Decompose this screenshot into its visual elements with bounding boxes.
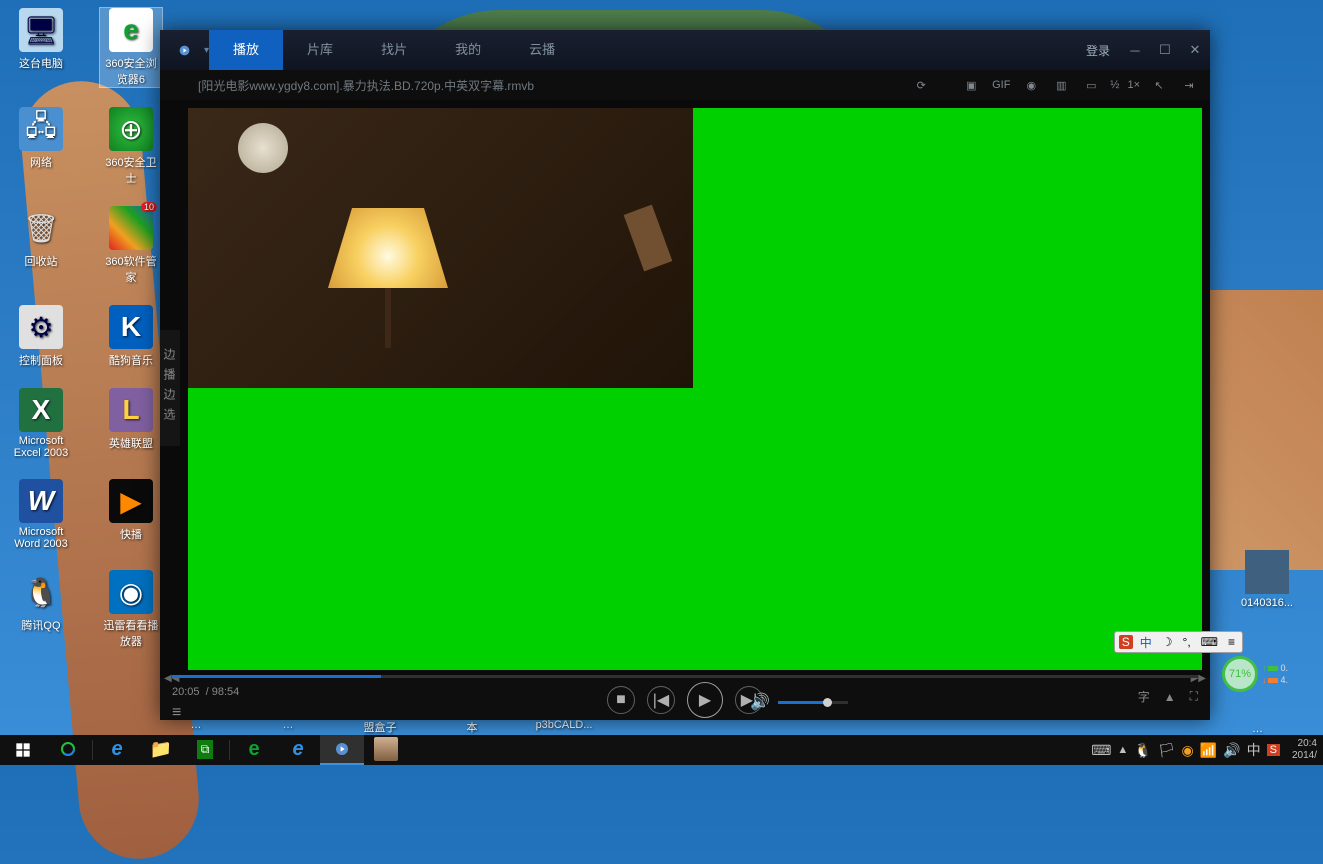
subtitle-button[interactable]: 字: [1138, 688, 1150, 705]
taskbar-item-player[interactable]: [320, 735, 364, 765]
system-tray: ⌨ ▲ 🐧 🏳 ◉ 📶 🔊 中 S 20:42014/: [1091, 738, 1323, 762]
refresh-icon[interactable]: ⟳: [910, 74, 932, 96]
video-frame-content: [188, 108, 693, 388]
battery-percent: 71%: [1222, 656, 1258, 692]
tray-keyboard-icon[interactable]: ⌨: [1091, 742, 1111, 759]
taskbar-item-store[interactable]: ⧉: [183, 735, 227, 765]
eject-icon[interactable]: ▲: [1164, 690, 1176, 704]
video-surface[interactable]: [188, 108, 1202, 670]
playlist-icon[interactable]: ≡: [172, 704, 181, 722]
login-link[interactable]: 登录: [1076, 42, 1120, 59]
ratio-half-button[interactable]: ½: [1110, 79, 1119, 91]
barcode-icon[interactable]: ▥: [1050, 74, 1072, 96]
player-stage: 边播边选: [160, 100, 1210, 678]
card-icon[interactable]: ▭: [1080, 74, 1102, 96]
side-tab-select[interactable]: 边播边选: [160, 330, 180, 446]
start-button[interactable]: [0, 735, 46, 765]
fullscreen-icon[interactable]: ⛶: [1190, 689, 1198, 704]
maximize-button[interactable]: ☐: [1150, 30, 1180, 70]
ime-lang-button[interactable]: 中: [1137, 634, 1155, 651]
desktop-icon-this-pc[interactable]: 🖥这台电脑: [10, 8, 72, 87]
volume-thumb[interactable]: [823, 698, 832, 707]
taskbar-item-avatar[interactable]: [364, 735, 408, 765]
tab-my[interactable]: 我的: [431, 30, 505, 70]
desktop-icon-360-browser[interactable]: e360安全浏览器6: [100, 8, 162, 87]
close-button[interactable]: ✕: [1180, 30, 1210, 70]
taskbar-item-ie2[interactable]: e: [276, 735, 320, 765]
pin-icon[interactable]: ⇥: [1178, 74, 1200, 96]
tray-up-icon[interactable]: ▲: [1117, 744, 1128, 756]
desktop-icons: 🖥这台电脑 e360安全浏览器6 🖧网络 ⊕360安全卫士 🗑回收站 10360…: [10, 8, 162, 669]
desktop-icon-360-safe[interactable]: ⊕360安全卫士: [100, 107, 162, 186]
battery-widget[interactable]: 71% ↑0. ↓4.: [1222, 656, 1288, 692]
taskbar-item-explorer[interactable]: 📁: [139, 735, 183, 765]
desktop-icon-360-software[interactable]: 10360软件管家: [100, 206, 162, 285]
filename-label: [阳光电影www.ygdy8.com].暴力执法.BD.720p.中英双字幕.r…: [198, 77, 534, 94]
taskbar-item-ie[interactable]: e: [95, 735, 139, 765]
popout-icon[interactable]: ↖: [1148, 74, 1170, 96]
media-player-window: ▾ 播放 片库 找片 我的 云播 登录 ─ ☐ ✕ [阳光电影www.ygdy8…: [160, 30, 1210, 720]
tray-wifi-icon[interactable]: 📶: [1200, 742, 1217, 759]
progress-bar[interactable]: [172, 675, 1198, 678]
tray-360-icon[interactable]: ◉: [1182, 742, 1194, 759]
tray-sogou-icon[interactable]: S: [1267, 744, 1280, 756]
desktop-icon-word[interactable]: WMicrosoft Word 2003: [10, 479, 72, 550]
desktop-icon-qq[interactable]: 🐧腾讯QQ: [10, 570, 72, 649]
desktop-icon-control-panel[interactable]: ⚙控制面板: [10, 305, 72, 368]
tray-qq-icon[interactable]: 🐧: [1134, 742, 1151, 759]
desktop-icon-excel[interactable]: XMicrosoft Excel 2003: [10, 388, 72, 459]
tab-cloud[interactable]: 云播: [505, 30, 579, 70]
player-logo-icon[interactable]: [160, 30, 208, 70]
tab-library[interactable]: 片库: [283, 30, 357, 70]
ratio-one-button[interactable]: 1×: [1127, 79, 1140, 91]
player-titlebar[interactable]: ▾ 播放 片库 找片 我的 云播 登录 ─ ☐ ✕: [160, 30, 1210, 70]
prev-button[interactable]: |◀: [647, 686, 675, 714]
play-button[interactable]: ▶: [687, 682, 723, 718]
desktop-icon-recycle-bin[interactable]: 🗑回收站: [10, 206, 72, 285]
desktop-icon-kuaibo[interactable]: ▶快播: [100, 479, 162, 550]
volume-icon[interactable]: 🔊: [750, 692, 770, 712]
desktop-icon-file[interactable]: 0140316...: [1241, 550, 1293, 609]
taskbar-item-360browser[interactable]: [46, 735, 90, 765]
tray-ime-icon[interactable]: 中: [1247, 740, 1261, 760]
desktop-peek-labels: ……盟盒子本p3bCALD...: [165, 719, 595, 735]
ime-keyboard-icon[interactable]: ⌨: [1198, 635, 1221, 649]
taskbar: e 📁 ⧉ e e ⌨ ▲ 🐧 🏳 ◉ 📶 🔊 中 S 20:42014/: [0, 735, 1323, 765]
taskbar-item-360[interactable]: e: [232, 735, 276, 765]
tab-play[interactable]: 播放: [209, 30, 283, 70]
desktop-icon-xunlei[interactable]: ◉迅雷看看播放器: [100, 570, 162, 649]
gif-button[interactable]: GIF: [990, 74, 1012, 96]
battery-bars: ↑0. ↓4.: [1262, 663, 1288, 685]
desktop-peek-right: …: [1252, 723, 1263, 735]
ime-menu-icon[interactable]: ≡: [1225, 635, 1238, 649]
volume-control[interactable]: 🔊: [750, 692, 848, 712]
tab-find[interactable]: 找片: [357, 30, 431, 70]
minimize-button[interactable]: ─: [1120, 30, 1150, 70]
desktop-icon-lol[interactable]: L英雄联盟: [100, 388, 162, 459]
ime-punct-button[interactable]: °,: [1180, 635, 1194, 649]
ime-brand-icon[interactable]: S: [1119, 635, 1133, 649]
ime-floating-bar[interactable]: S 中 ☽ °, ⌨ ≡: [1114, 631, 1243, 653]
player-controls: ◀◀ ▶▶ 20:05 / 98:54 ≡ ■ |◀ ▶ ▶| 🔊 字 ▲ ⛶: [160, 678, 1210, 720]
ime-moon-icon[interactable]: ☽: [1159, 635, 1176, 649]
player-infobar: [阳光电影www.ygdy8.com].暴力执法.BD.720p.中英双字幕.r…: [160, 70, 1210, 100]
time-display: 20:05 / 98:54: [172, 686, 239, 698]
box-icon[interactable]: ▣: [960, 74, 982, 96]
tray-volume-icon[interactable]: 🔊: [1223, 742, 1240, 759]
progress-fill: [172, 675, 381, 678]
desktop-icon-kugou[interactable]: K酷狗音乐: [100, 305, 162, 368]
stop-button[interactable]: ■: [607, 686, 635, 714]
tray-clock[interactable]: 20:42014/: [1286, 738, 1317, 762]
desktop-icon-network[interactable]: 🖧网络: [10, 107, 72, 186]
tray-flag-icon[interactable]: 🏳: [1158, 742, 1176, 759]
camera-icon[interactable]: ◉: [1020, 74, 1042, 96]
